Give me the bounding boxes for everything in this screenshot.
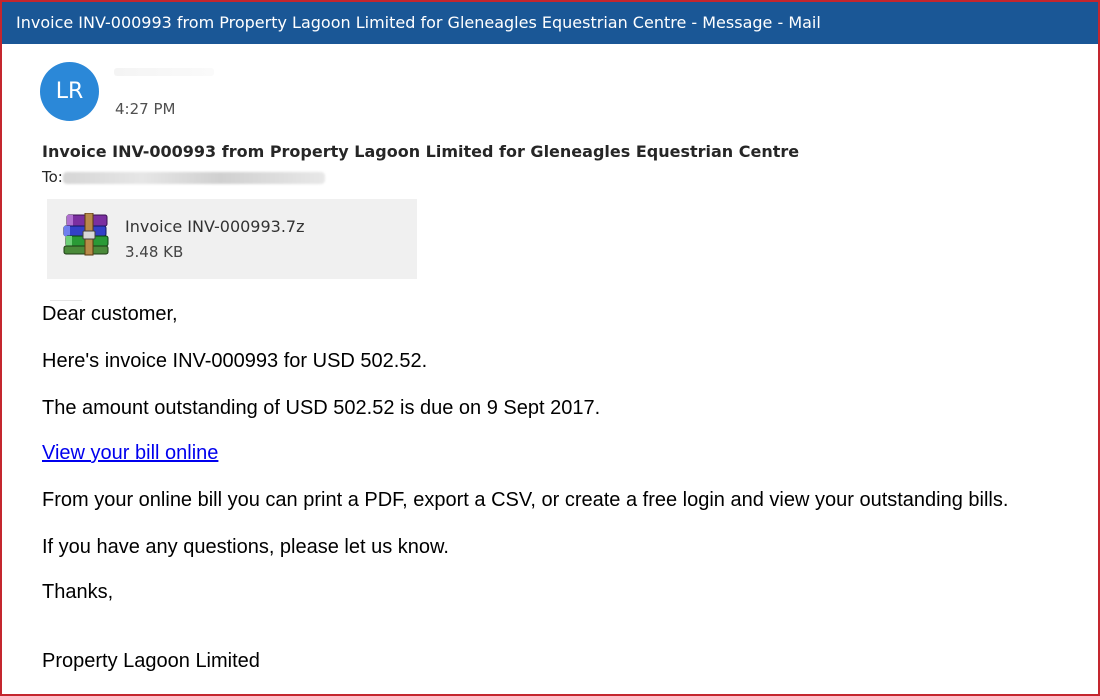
message-subject: Invoice INV-000993 from Property Lagoon … xyxy=(42,142,800,161)
body-line-due: The amount outstanding of USD 502.52 is … xyxy=(42,397,601,419)
message-time: 4:27 PM xyxy=(115,100,176,118)
view-bill-online-link[interactable]: View your bill online xyxy=(42,442,218,464)
attachment-file-name: Invoice INV-000993.7z xyxy=(125,217,305,236)
attachment-card[interactable]: Invoice INV-000993.7z 3.48 KB xyxy=(47,199,417,279)
body-signature: Property Lagoon Limited xyxy=(42,650,260,672)
attachment-file-size: 3.48 KB xyxy=(125,243,184,261)
body-link-row: View your bill online xyxy=(42,442,218,465)
body-divider xyxy=(50,300,82,301)
window-title: Invoice INV-000993 from Property Lagoon … xyxy=(16,13,821,32)
body-line-questions: If you have any questions, please let us… xyxy=(42,536,449,558)
body-line-invoice: Here's invoice INV-000993 for USD 502.52… xyxy=(42,350,428,372)
window-title-bar: Invoice INV-000993 from Property Lagoon … xyxy=(2,2,1098,44)
sender-name-redacted xyxy=(114,68,214,76)
recipient-address-redacted xyxy=(62,172,325,184)
to-label: To: xyxy=(42,168,63,186)
sender-avatar[interactable]: LR xyxy=(40,62,99,121)
winrar-archive-icon xyxy=(63,213,109,256)
mail-message-window: Invoice INV-000993 from Property Lagoon … xyxy=(0,0,1100,696)
body-greeting: Dear customer, xyxy=(42,303,178,325)
avatar-initials: LR xyxy=(55,79,84,104)
body-line-options: From your online bill you can print a PD… xyxy=(42,489,1009,511)
recipient-row: To: xyxy=(42,168,325,188)
body-signoff: Thanks, xyxy=(42,581,114,603)
